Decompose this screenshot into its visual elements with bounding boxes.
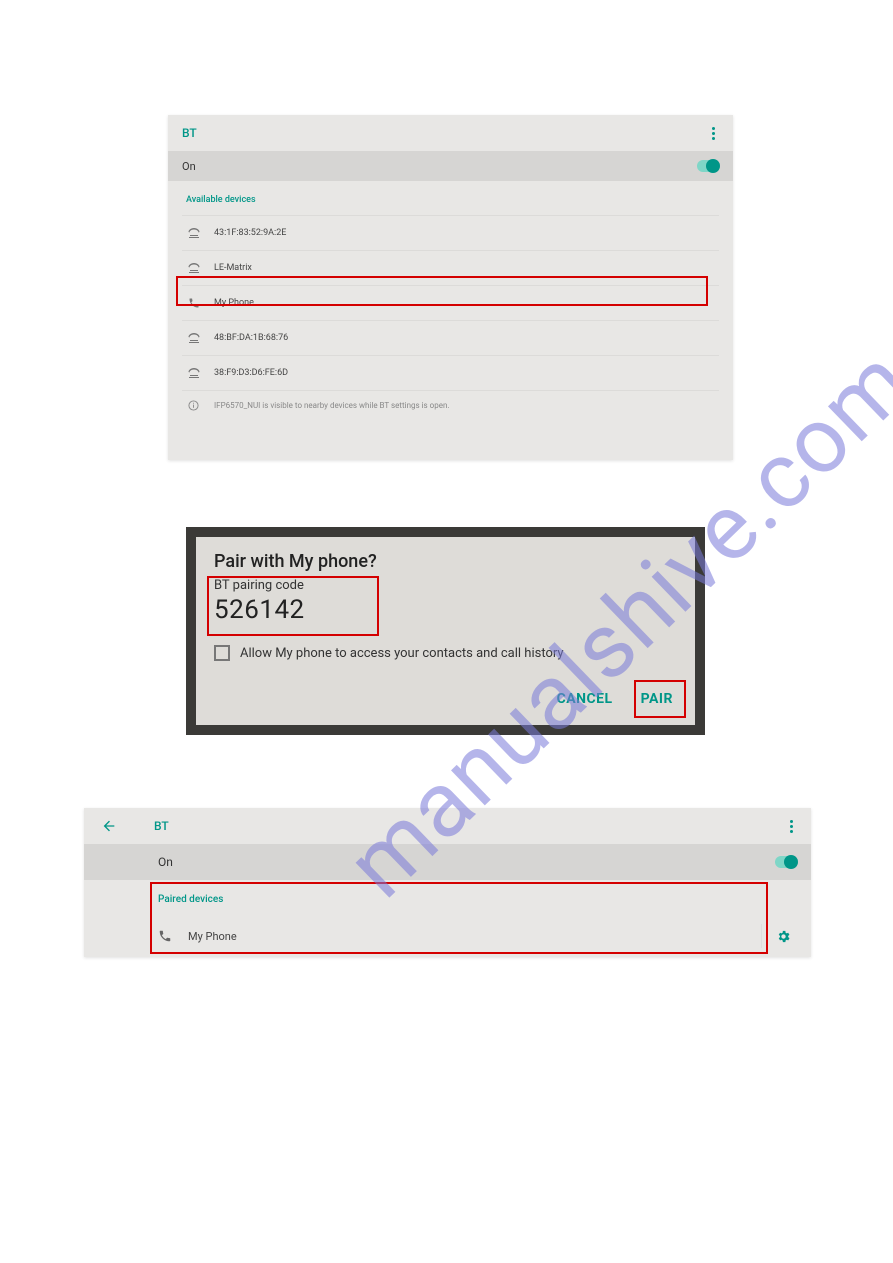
checkbox-icon[interactable] [214, 645, 230, 661]
on-label: On [182, 160, 196, 173]
device-name: LE-Matrix [214, 263, 252, 273]
visibility-info-row: IFP6570_NUI is visible to nearby devices… [182, 390, 719, 420]
generic-device-icon [188, 228, 214, 238]
generic-device-icon [188, 368, 214, 378]
paired-devices-header: Paired devices [84, 884, 811, 915]
device-name: 48:BF:DA:1B:68:76 [214, 333, 288, 343]
screen-title: BT [182, 126, 197, 140]
more-options-icon[interactable] [786, 816, 797, 837]
allow-access-label: Allow My phone to access your contacts a… [240, 646, 564, 661]
pair-dialog-screenshot: Pair with My phone? BT pairing code 5261… [186, 527, 705, 735]
allow-access-row[interactable]: Allow My phone to access your contacts a… [214, 645, 677, 661]
back-arrow-icon[interactable] [84, 818, 134, 834]
dialog-title: Pair with My phone? [214, 551, 677, 572]
paired-device-name: My Phone [188, 930, 761, 943]
pair-dialog: Pair with My phone? BT pairing code 5261… [196, 537, 695, 725]
device-name: 38:F9:D3:D6:FE:6D [214, 368, 288, 378]
phone-icon [188, 297, 214, 309]
on-label: On [158, 855, 173, 869]
bt-toggle-switch[interactable] [775, 856, 797, 868]
available-device-row-my-phone[interactable]: My Phone [182, 285, 719, 320]
pairing-code-value: 526142 [214, 595, 677, 625]
generic-device-icon [188, 333, 214, 343]
info-icon [188, 400, 214, 411]
generic-device-icon [188, 263, 214, 273]
paired-device-row[interactable]: My Phone [84, 915, 811, 957]
available-device-row[interactable]: 48:BF:DA:1B:68:76 [182, 320, 719, 355]
screen-title: BT [154, 819, 786, 833]
pairing-code-label: BT pairing code [214, 578, 677, 593]
available-device-row[interactable]: LE-Matrix [182, 250, 719, 285]
info-text: IFP6570_NUI is visible to nearby devices… [214, 401, 449, 410]
bt-settings-screenshot-2: BT On Paired devices My Phone [84, 808, 811, 957]
device-settings-gear-icon[interactable] [761, 924, 791, 948]
available-device-row[interactable]: 38:F9:D3:D6:FE:6D [182, 355, 719, 390]
cancel-button[interactable]: CANCEL [553, 685, 617, 713]
more-options-icon[interactable] [708, 123, 719, 144]
device-name: My Phone [214, 298, 254, 308]
bt-toggle-switch[interactable] [697, 160, 719, 172]
available-device-row[interactable]: 43:1F:83:52:9A:2E [182, 215, 719, 250]
available-devices-header: Available devices [182, 189, 719, 215]
device-name: 43:1F:83:52:9A:2E [214, 228, 286, 238]
phone-icon [158, 929, 188, 943]
bt-settings-screenshot-1: BT On Available devices 43:1F:83:52:9A:2… [168, 115, 733, 460]
pair-button[interactable]: PAIR [637, 685, 677, 713]
